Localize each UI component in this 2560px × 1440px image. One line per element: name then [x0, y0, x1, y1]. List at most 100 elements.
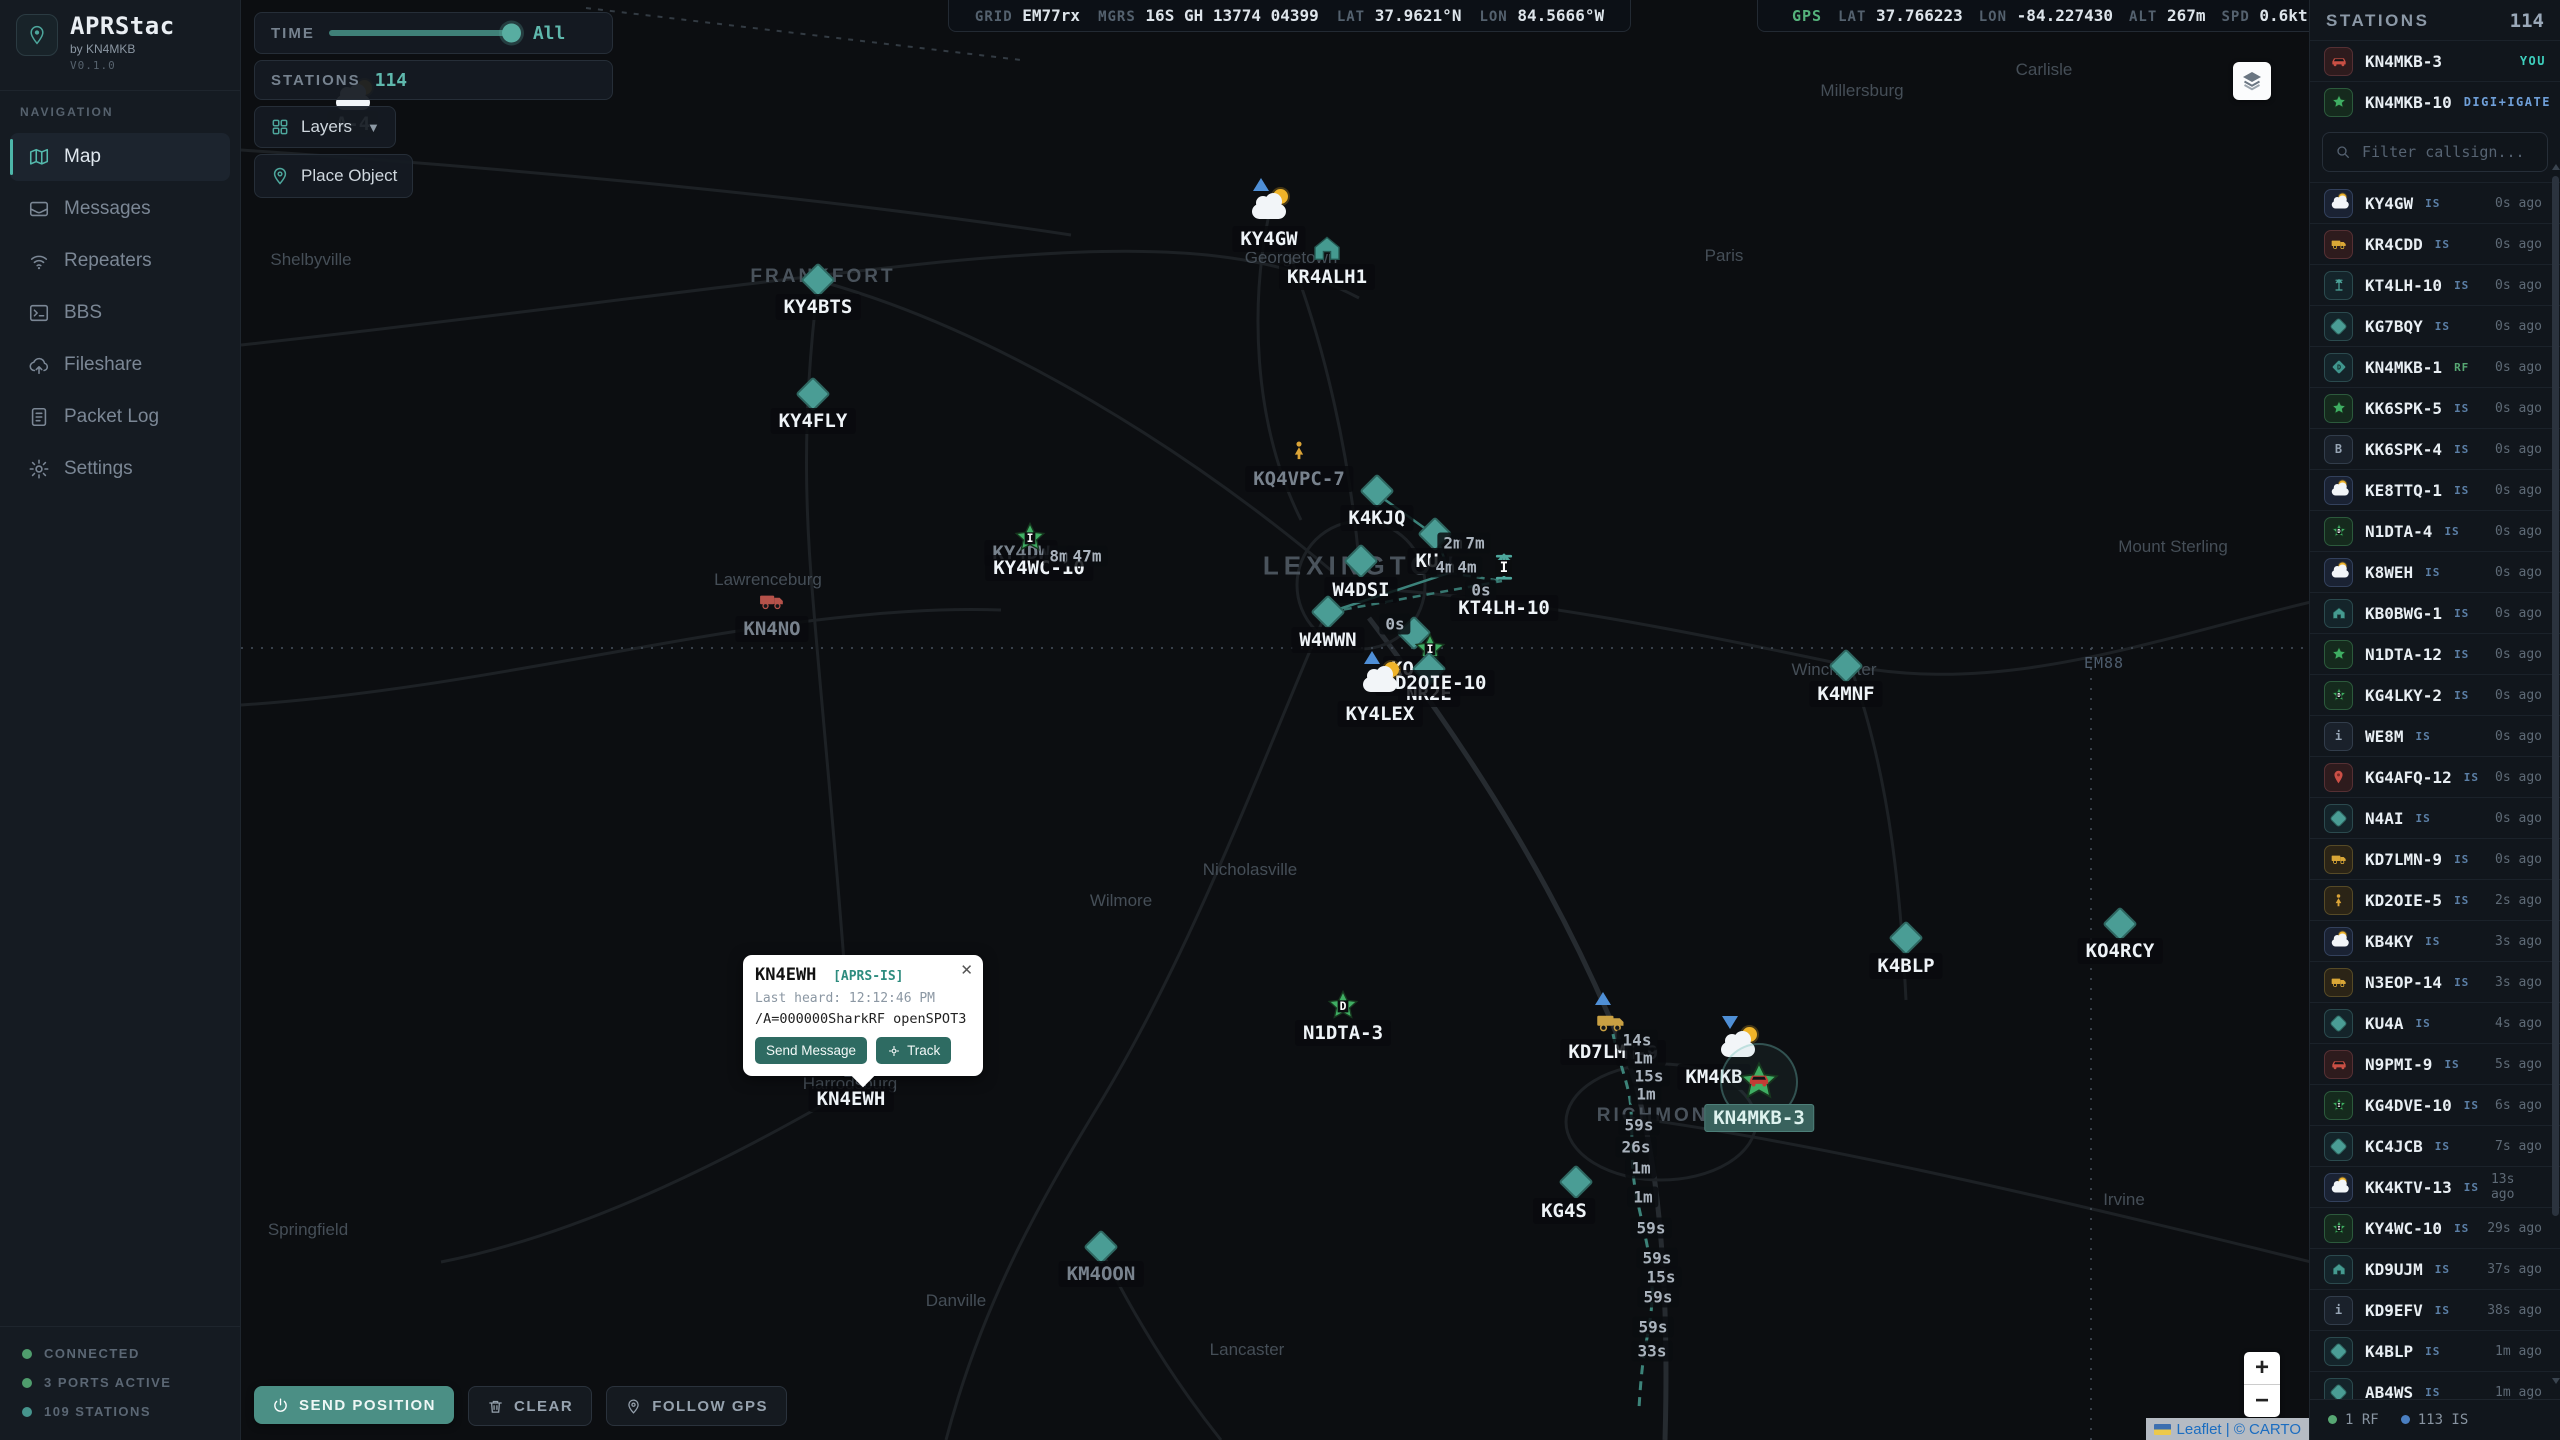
diamond-icon — [2324, 1337, 2353, 1366]
zoom-in-button[interactable]: + — [2244, 1352, 2280, 1384]
sidebar-item-map[interactable]: Map — [10, 133, 230, 181]
trail-time-chip: 47m — [1067, 546, 1108, 567]
station-row-kn4mkb-10[interactable]: KN4MKB-10DIGI+IGATE — [2310, 81, 2560, 122]
station-row-ky4gw[interactable]: KY4GWIS0s ago — [2310, 182, 2560, 223]
svg-text:I: I — [2337, 1103, 2340, 1109]
station-row-k8weh[interactable]: K8WEHIS0s ago — [2310, 551, 2560, 592]
popup-source-badge: [APRS-IS] — [833, 969, 903, 984]
send-position-button[interactable]: SEND POSITION — [254, 1386, 454, 1424]
station-row-kt4lh-10[interactable]: KT4LH-10IS0s ago — [2310, 264, 2560, 305]
station-row-kd2oie-5[interactable]: KD2OIE-5IS2s ago — [2310, 879, 2560, 920]
attribution-text[interactable]: Leaflet | © CARTO — [2177, 1421, 2301, 1438]
clear-button[interactable]: CLEAR — [468, 1386, 592, 1426]
layers-button[interactable]: Layers ▼ — [254, 106, 396, 148]
follow-gps-button[interactable]: FOLLOW GPS — [606, 1386, 787, 1426]
last-heard-age: 0s ago — [2495, 237, 2546, 252]
map-area[interactable]: ShelbyvilleFRANKFORTGeorgetownMillersbur… — [241, 0, 2309, 1440]
station-row-kg7bqy[interactable]: KG7BQYIS0s ago — [2310, 305, 2560, 346]
station-callsign: KB4KY — [2365, 932, 2413, 951]
sidebar-item-packet-log[interactable]: Packet Log — [10, 393, 230, 441]
station-row-kg4dve-10[interactable]: IKG4DVE-10IS6s ago — [2310, 1084, 2560, 1125]
filter-callsign-input[interactable] — [2360, 142, 2535, 162]
network-badge: IS — [2454, 484, 2469, 497]
map-action-bar: SEND POSITION CLEAR FOLLOW GPS — [254, 1386, 787, 1426]
last-heard-age: 0s ago — [2495, 483, 2546, 498]
flag-icon — [1364, 651, 1380, 664]
basemap-layers-control[interactable] — [2233, 62, 2271, 100]
last-heard-age: 1m ago — [2495, 1344, 2546, 1359]
time-slider-knob[interactable] — [502, 24, 521, 43]
network-badge: IS — [2454, 648, 2469, 661]
station-row-kd9ujm[interactable]: KD9UJMIS37s ago — [2310, 1248, 2560, 1289]
diamond-icon — [2108, 912, 2133, 937]
station-callsign: KD9EFV — [2365, 1301, 2423, 1320]
station-row-ke8ttq-1[interactable]: KE8TTQ-1IS0s ago — [2310, 469, 2560, 510]
station-callsign: KN4MKB-10 — [2365, 93, 2452, 112]
wx-icon — [1252, 197, 1286, 219]
last-heard-age: 0s ago — [2495, 524, 2546, 539]
svg-text:D: D — [2336, 364, 2340, 372]
station-label: KR4ALH1 — [1279, 264, 1375, 290]
sidebar-item-bbs[interactable]: BBS — [10, 289, 230, 337]
search-icon — [2335, 144, 2351, 160]
person-icon — [2324, 886, 2353, 915]
station-row-ab4ws[interactable]: AB4WSIS1m ago — [2310, 1371, 2560, 1399]
network-badge: IS — [2425, 1386, 2440, 1399]
network-badge: IS — [2454, 402, 2469, 415]
station-row-n1dta-12[interactable]: N1DTA-12IS0s ago — [2310, 633, 2560, 674]
close-icon[interactable]: ✕ — [960, 961, 973, 979]
station-row-ku4a[interactable]: KU4AIS4s ago — [2310, 1002, 2560, 1043]
station-row-kd7lmn-9[interactable]: KD7LMN-9IS0s ago — [2310, 838, 2560, 879]
station-row-kd9efv[interactable]: iKD9EFVIS38s ago — [2310, 1289, 2560, 1330]
station-row-kk6spk-5[interactable]: KK6SPK-5IS0s ago — [2310, 387, 2560, 428]
station-row-n3eop-14[interactable]: N3EOP-14IS3s ago — [2310, 961, 2560, 1002]
station-label: W4WWN — [1291, 627, 1364, 653]
car-icon — [2324, 47, 2353, 76]
scrollbar-thumb[interactable] — [2552, 176, 2559, 1216]
last-heard-age: 0s ago — [2495, 319, 2546, 334]
sidebar-item-repeaters[interactable]: Repeaters — [10, 237, 230, 285]
station-row-kn4mkb-1[interactable]: DKN4MKB-1RF0s ago — [2310, 346, 2560, 387]
track-button[interactable]: Track — [876, 1037, 951, 1064]
station-row-k4blp[interactable]: K4BLPIS1m ago — [2310, 1330, 2560, 1371]
network-badge: IS — [2435, 1140, 2450, 1153]
station-row-ky4wc-10[interactable]: IKY4WC-10IS29s ago — [2310, 1207, 2560, 1248]
station-row-kk4ktv-13[interactable]: KK4KTV-13IS13s ago — [2310, 1166, 2560, 1207]
station-row-n4ai[interactable]: N4AIIS0s ago — [2310, 797, 2560, 838]
station-row-kn4mkb-3[interactable]: KN4MKB-3YOU — [2310, 40, 2560, 81]
station-row-kr4cdd[interactable]: KR4CDDIS0s ago — [2310, 223, 2560, 264]
scroll-down-arrow[interactable] — [2552, 1378, 2560, 1384]
last-heard-age: 0s ago — [2495, 852, 2546, 867]
network-badge: IS — [2454, 1222, 2469, 1235]
place-object-button[interactable]: Place Object — [254, 154, 413, 198]
mgrs-coords: 16S GH 13774 04399 — [1145, 6, 1318, 25]
station-callsign: K8WEH — [2365, 563, 2413, 582]
sidebar-item-settings[interactable]: Settings — [10, 445, 230, 493]
send-message-button[interactable]: Send Message — [755, 1037, 867, 1064]
station-row-kk6spk-4[interactable]: BKK6SPK-4IS0s ago — [2310, 428, 2560, 469]
sidebar-item-messages[interactable]: Messages — [10, 185, 230, 233]
station-row-we8m[interactable]: iWE8MIS0s ago — [2310, 715, 2560, 756]
station-row-kg4afq-12[interactable]: KG4AFQ-12IS0s ago — [2310, 756, 2560, 797]
station-row-n9pmi-9[interactable]: N9PMI-9IS5s ago — [2310, 1043, 2560, 1084]
starI-icon: I — [2324, 1214, 2353, 1243]
station-row-n1dta-4[interactable]: DN1DTA-4IS0s ago — [2310, 510, 2560, 551]
station-row-kb0bwg-1[interactable]: KB0BWG-1IS0s ago — [2310, 592, 2560, 633]
last-heard-age: 0s ago — [2495, 729, 2546, 744]
sidebar-item-fileshare[interactable]: Fileshare — [10, 341, 230, 389]
last-heard-age: 29s ago — [2487, 1221, 2546, 1236]
scroll-up-arrow[interactable] — [2552, 164, 2560, 170]
network-badge: IS — [2435, 238, 2450, 251]
network-badge: IS — [2464, 771, 2479, 784]
station-row-kc4jcb[interactable]: KC4JCBIS7s ago — [2310, 1125, 2560, 1166]
time-slider[interactable] — [329, 30, 519, 36]
city-label-mount-sterling: Mount Sterling — [2118, 537, 2228, 557]
place-object-label: Place Object — [301, 166, 397, 186]
city-label-irvine: Irvine — [2103, 1190, 2145, 1210]
filter-field[interactable] — [2322, 132, 2548, 172]
station-list-scrollbar[interactable] — [2552, 4, 2559, 1436]
station-row-kg4lky-2[interactable]: DKG4LKY-2IS0s ago — [2310, 674, 2560, 715]
starI-icon: I — [1013, 521, 1047, 555]
station-row-kb4ky[interactable]: KB4KYIS3s ago — [2310, 920, 2560, 961]
zoom-out-button[interactable]: − — [2244, 1384, 2280, 1417]
